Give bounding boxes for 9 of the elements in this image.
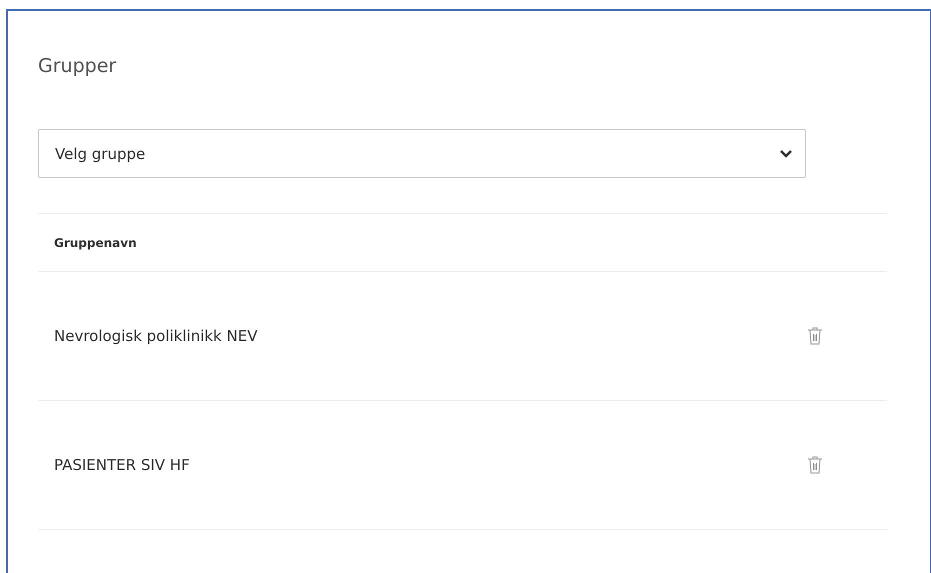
trash-icon[interactable] — [807, 326, 823, 346]
column-header: Gruppenavn — [38, 214, 807, 272]
group-select[interactable]: Velg gruppe — [38, 129, 806, 178]
table-cell: Nevrologisk poliklinikk NEV — [38, 272, 807, 400]
select-placeholder: Velg gruppe — [55, 144, 146, 162]
chevron-down-icon — [779, 148, 793, 158]
table-cell: PASIENTER SIV HF — [38, 400, 807, 530]
page-title: Grupper — [38, 54, 118, 79]
trash-icon[interactable] — [807, 455, 823, 475]
